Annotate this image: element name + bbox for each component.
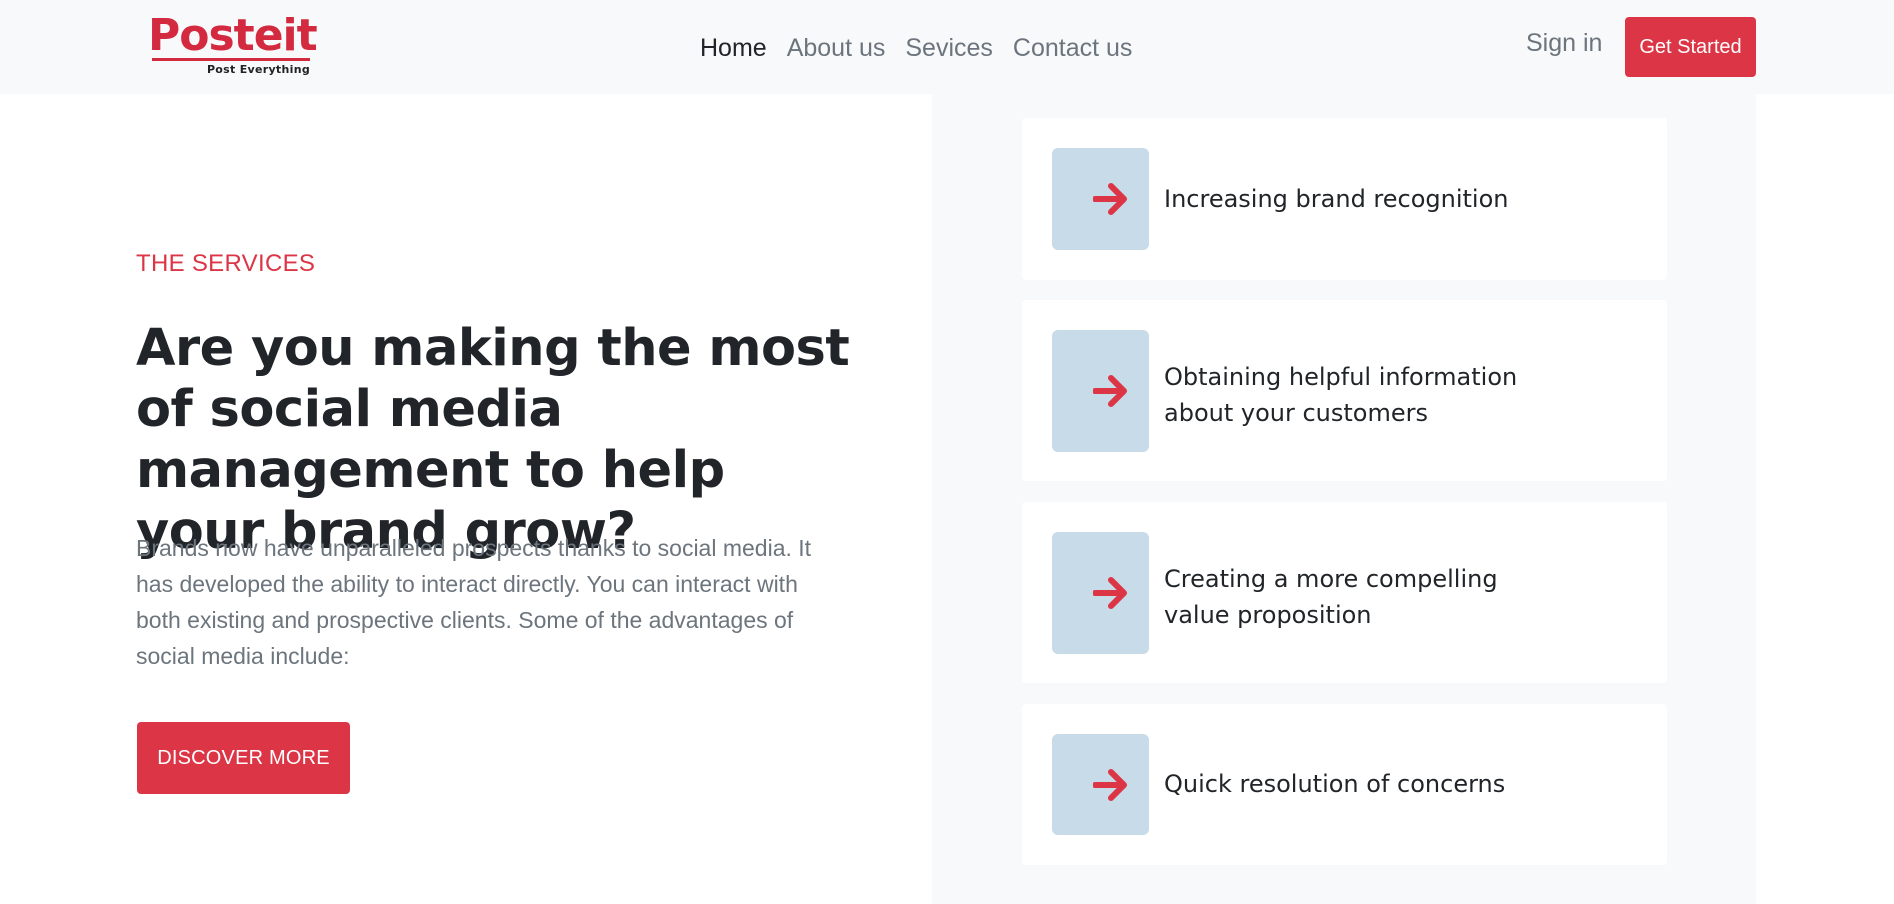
benefit-label: Quick resolution of concerns [1164, 770, 1506, 798]
benefit-icon-box [1052, 330, 1149, 452]
brand-logo[interactable]: Posteit Post Everything [148, 10, 318, 80]
page-title: Are you making the most of social media … [136, 319, 850, 561]
arrow-right-icon [1093, 577, 1127, 609]
benefit-label: Increasing brand recognition [1164, 185, 1509, 213]
sign-in-link[interactable]: Sign in [1526, 24, 1602, 62]
nav-link-home[interactable]: Home [700, 30, 767, 66]
benefit-icon-box [1052, 148, 1149, 250]
benefit-label: Obtaining helpful information about your… [1164, 363, 1518, 427]
nav-link-about[interactable]: About us [787, 30, 886, 66]
section-eyebrow: THE SERVICES [136, 250, 316, 277]
nav-link-contact[interactable]: Contact us [1013, 30, 1133, 66]
benefit-card: Creating a more compelling value proposi… [1022, 502, 1667, 683]
arrow-right-icon [1093, 183, 1127, 215]
logo-underline [152, 58, 310, 61]
benefit-icon-box [1052, 734, 1149, 835]
benefit-card: Quick resolution of concerns [1022, 704, 1667, 865]
logo-wordmark: Posteit [148, 10, 318, 61]
main-nav: Home About us Sevices Contact us [700, 30, 1132, 66]
discover-more-button[interactable]: DISCOVER MORE [137, 722, 350, 794]
benefit-card: Increasing brand recognition [1022, 118, 1667, 280]
benefit-card: Obtaining helpful information about your… [1022, 300, 1667, 481]
arrow-right-icon [1093, 375, 1127, 407]
navbar: Posteit Post Everything Home About us Se… [0, 0, 1894, 94]
nav-link-services[interactable]: Sevices [905, 30, 993, 66]
get-started-button[interactable]: Get Started [1625, 17, 1756, 77]
benefit-icon-box [1052, 532, 1149, 654]
hero-description: Brands now have unparalleled prospects t… [136, 535, 812, 669]
arrow-right-icon [1093, 768, 1127, 801]
logo-tagline: Post Everything [206, 63, 310, 76]
benefit-label: Creating a more compelling value proposi… [1164, 565, 1498, 629]
